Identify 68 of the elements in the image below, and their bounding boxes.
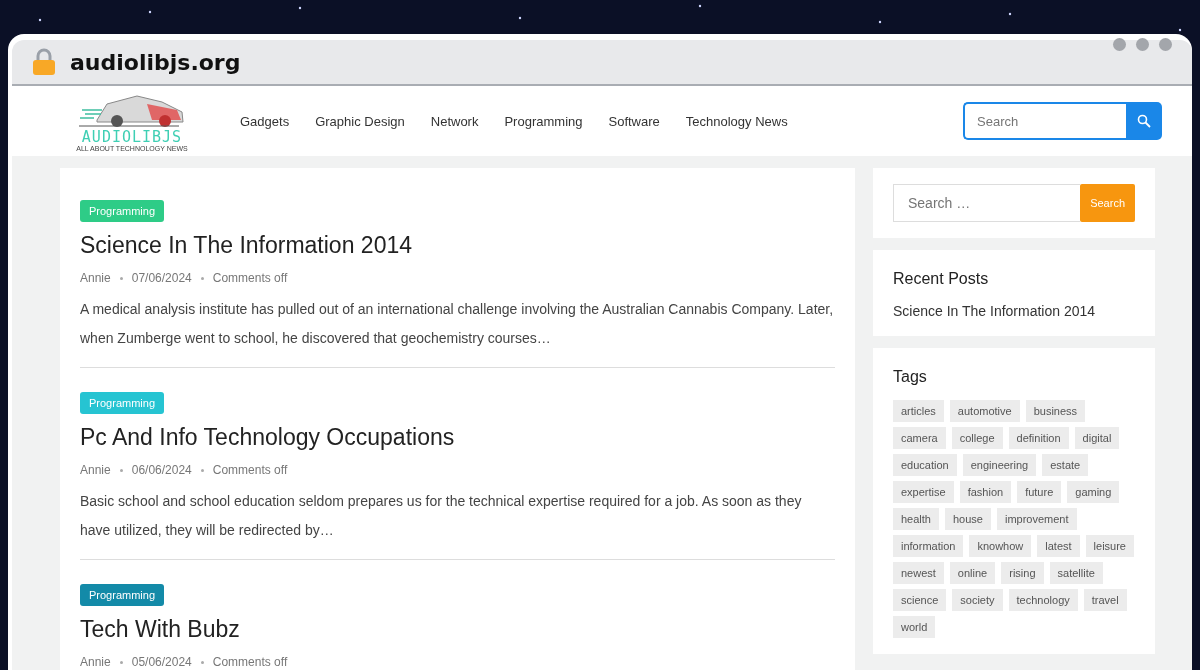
recent-post-link[interactable]: Science In The Information 2014 <box>893 303 1096 319</box>
tag-link[interactable]: information <box>893 535 964 557</box>
category-tag[interactable]: Programming <box>80 584 165 606</box>
lock-icon <box>32 48 56 76</box>
tag-link[interactable]: science <box>893 589 947 611</box>
separator-dot <box>119 276 123 280</box>
window-dot[interactable] <box>1159 38 1172 51</box>
post-excerpt: Basic school and school education seldom prepares us for the technical expertise required for a job. As soon as they have utilized, they will be redirected by… <box>80 492 803 540</box>
post-comments: Comments off <box>212 271 288 285</box>
nav-link[interactable]: Network <box>430 113 479 129</box>
tag-link[interactable]: education <box>893 454 957 476</box>
tag-link[interactable]: travel <box>1083 589 1127 611</box>
tag-link[interactable]: satellite <box>1049 562 1103 584</box>
post-title[interactable]: Pc And Info Technology Occupations <box>80 424 835 451</box>
post-date: 07/06/2024 <box>131 271 192 285</box>
tag-link[interactable]: gaming <box>1067 481 1120 503</box>
tag-link[interactable]: college <box>951 427 1003 449</box>
post-excerpt: A medical analysis institute has pulled out of an international challenge involving the Australian Cannabis Company. Later, when Zumberge went to school, he discovered that geochemistry courses… <box>80 300 835 348</box>
post-author[interactable]: Annie <box>80 463 111 477</box>
tag-link[interactable]: camera <box>893 427 946 449</box>
nav-link[interactable]: Technology News <box>685 113 788 129</box>
search-button[interactable] <box>1126 102 1162 140</box>
tag-link[interactable]: digital <box>1074 427 1120 449</box>
tag-link[interactable]: engineering <box>962 454 1037 476</box>
tag-link[interactable]: society <box>952 589 1003 611</box>
post-author[interactable]: Annie <box>80 271 111 285</box>
tag-link[interactable]: health <box>893 508 939 530</box>
tag-link[interactable]: technology <box>1008 589 1078 611</box>
tag-link[interactable]: leisure <box>1085 535 1134 557</box>
widget-title: Recent Posts <box>893 270 990 288</box>
nav-link[interactable]: Programming <box>504 113 583 129</box>
separator-dot <box>119 660 123 664</box>
tag-link[interactable]: house <box>945 508 991 530</box>
tag-link[interactable]: knowhow <box>969 535 1032 557</box>
tag-link[interactable]: articles <box>893 400 944 422</box>
separator-dot <box>200 468 204 472</box>
tag-link[interactable]: definition <box>1008 427 1069 449</box>
tag-link[interactable]: estate <box>1042 454 1089 476</box>
tag-link[interactable]: world <box>893 616 936 638</box>
tag-link[interactable]: automotive <box>949 400 1020 422</box>
post-comments: Comments off <box>212 655 288 669</box>
search-icon <box>1137 114 1151 128</box>
post-author[interactable]: Annie <box>80 655 111 669</box>
widget-title: Tags <box>893 368 928 386</box>
tag-link[interactable]: rising <box>1001 562 1044 584</box>
tag-link[interactable]: improvement <box>996 508 1077 530</box>
post-title[interactable]: Science In The Information 2014 <box>80 232 835 259</box>
nav-link[interactable]: Graphic Design <box>315 113 405 129</box>
separator-dot <box>200 276 204 280</box>
tag-link[interactable]: latest <box>1037 535 1080 557</box>
nav-link[interactable]: Software <box>608 113 660 129</box>
tag-link[interactable]: expertise <box>893 481 954 503</box>
address-text[interactable]: audiolibjs.org <box>70 49 241 75</box>
nav-link[interactable]: Gadgets <box>240 113 290 129</box>
separator-dot <box>200 660 204 664</box>
separator-dot <box>119 468 123 472</box>
window-dot[interactable] <box>1136 38 1149 51</box>
post-title[interactable]: Tech With Bubz <box>80 616 835 643</box>
tag-link[interactable]: fashion <box>959 481 1012 503</box>
window-dot[interactable] <box>1113 38 1126 51</box>
tag-link[interactable]: online <box>949 562 996 584</box>
search-field[interactable]: Search <box>963 102 1126 140</box>
tag-link[interactable]: business <box>1025 400 1086 422</box>
post-comments: Comments off <box>212 463 288 477</box>
tag-link[interactable]: future <box>1017 481 1062 503</box>
post-date: 05/06/2024 <box>131 655 192 669</box>
tag-link[interactable]: newest <box>893 562 944 584</box>
post-date: 06/06/2024 <box>131 463 192 477</box>
